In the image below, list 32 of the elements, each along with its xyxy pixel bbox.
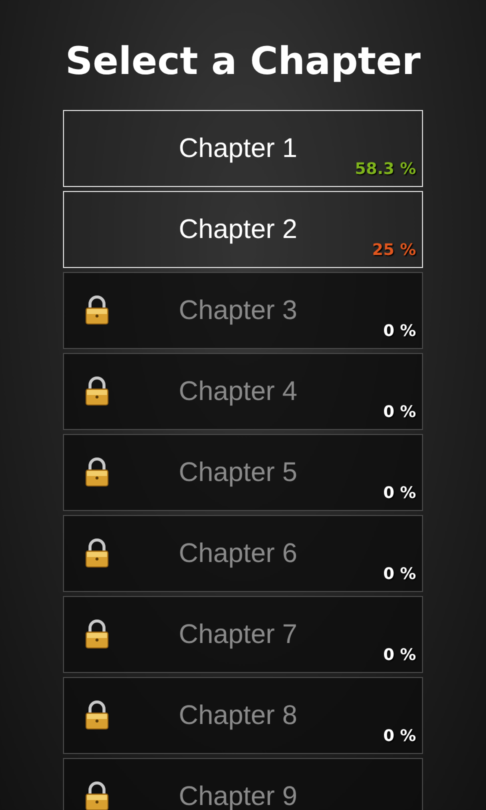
chapter-label: Chapter 3 xyxy=(178,295,298,326)
padlock-icon xyxy=(84,700,110,730)
progress-percent: 0 % xyxy=(383,726,416,745)
chapter-button[interactable]: Chapter 5 0 % xyxy=(63,434,423,511)
padlock-icon xyxy=(84,538,110,568)
padlock-icon xyxy=(84,295,110,325)
chapter-button[interactable]: Chapter 8 0 % xyxy=(63,677,423,754)
chapter-button[interactable]: Chapter 1 58.3 % xyxy=(63,110,423,187)
chapter-label: Chapter 6 xyxy=(178,538,298,569)
padlock-icon xyxy=(84,457,110,487)
progress-percent: 58.3 % xyxy=(354,159,416,178)
page-title: Select a Chapter xyxy=(64,38,422,85)
padlock-icon xyxy=(84,619,110,649)
chapter-label: Chapter 8 xyxy=(178,700,298,731)
padlock-icon xyxy=(84,781,110,810)
chapter-button[interactable]: Chapter 7 0 % xyxy=(63,596,423,673)
progress-percent: 0 % xyxy=(383,645,416,664)
progress-percent: 0 % xyxy=(383,483,416,502)
padlock-icon xyxy=(84,376,110,406)
progress-percent: 0 % xyxy=(383,564,416,583)
progress-percent: 0 % xyxy=(383,321,416,340)
chapter-button[interactable]: Chapter 6 0 % xyxy=(63,515,423,592)
chapter-label: Chapter 5 xyxy=(178,457,298,488)
progress-percent: 25 % xyxy=(372,240,416,259)
chapter-button[interactable]: Chapter 4 0 % xyxy=(63,353,423,430)
chapter-label: Chapter 1 xyxy=(178,133,298,164)
chapter-label: Chapter 7 xyxy=(178,619,298,650)
progress-percent: 0 % xyxy=(383,402,416,421)
chapter-label: Chapter 2 xyxy=(178,214,298,245)
chapter-button[interactable]: Chapter 3 0 % xyxy=(63,272,423,349)
chapter-label: Chapter 4 xyxy=(178,376,298,407)
chapter-button[interactable]: Chapter 2 25 % xyxy=(63,191,423,268)
